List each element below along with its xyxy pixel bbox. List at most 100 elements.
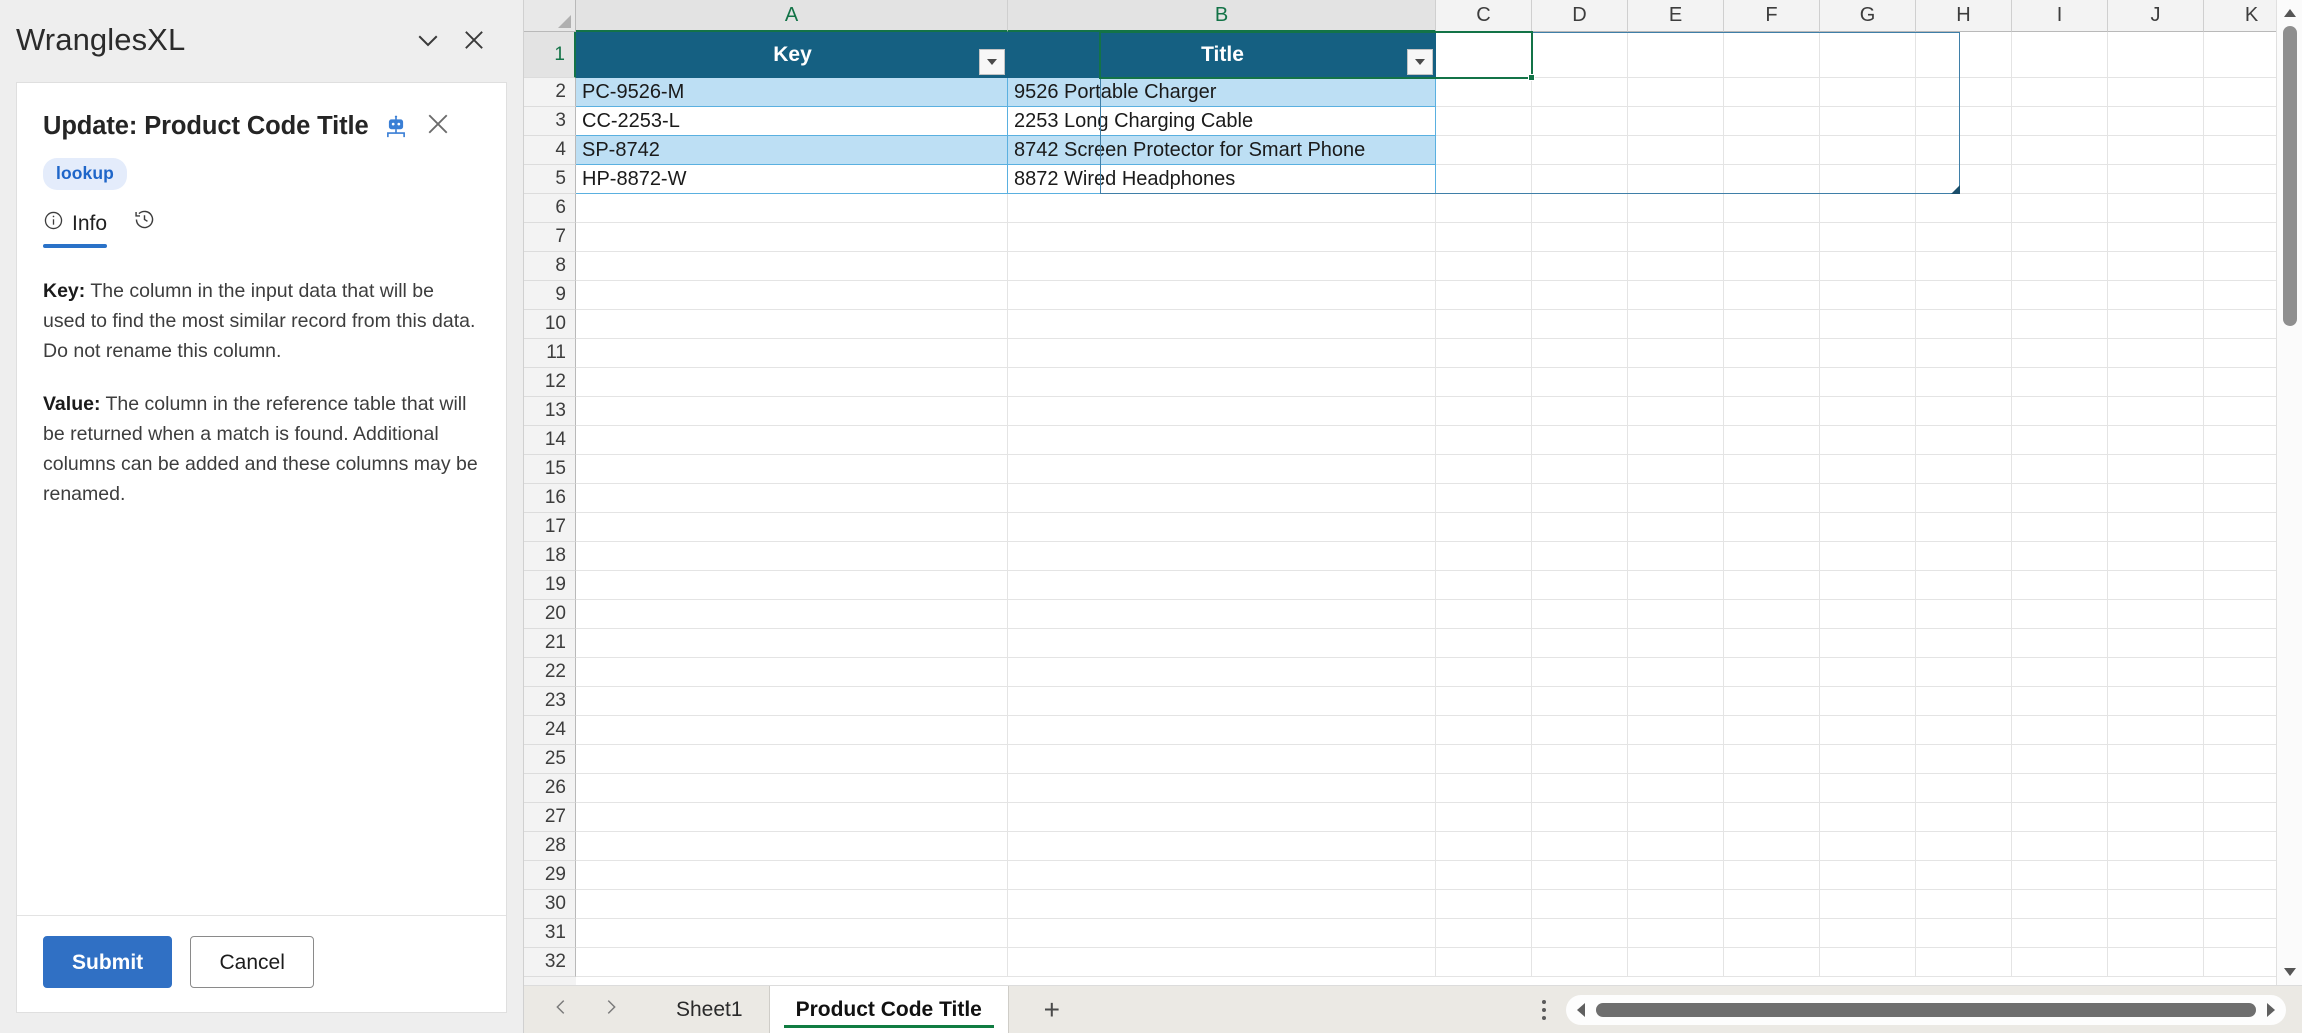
- cell-G5[interactable]: [1820, 165, 1916, 194]
- cell-D11[interactable]: [1532, 339, 1628, 368]
- cell-F18[interactable]: [1724, 542, 1820, 571]
- cell-A18[interactable]: [576, 542, 1008, 571]
- cell-D26[interactable]: [1532, 774, 1628, 803]
- column-header-a[interactable]: A: [576, 0, 1008, 32]
- cell-E32[interactable]: [1628, 948, 1724, 977]
- cell-A19[interactable]: [576, 571, 1008, 600]
- cell-C11[interactable]: [1436, 339, 1532, 368]
- cell-B9[interactable]: [1008, 281, 1436, 310]
- cell-E17[interactable]: [1628, 513, 1724, 542]
- cell-F2[interactable]: [1724, 78, 1820, 107]
- cell-B12[interactable]: [1008, 368, 1436, 397]
- select-all-corner[interactable]: [524, 0, 576, 32]
- cell-H14[interactable]: [1916, 426, 2012, 455]
- cell-H21[interactable]: [1916, 629, 2012, 658]
- cell-H27[interactable]: [1916, 803, 2012, 832]
- cell-A24[interactable]: [576, 716, 1008, 745]
- cell-E20[interactable]: [1628, 600, 1724, 629]
- column-header-d[interactable]: D: [1532, 0, 1628, 32]
- cell-H23[interactable]: [1916, 687, 2012, 716]
- cell-I21[interactable]: [2012, 629, 2108, 658]
- cell-F1[interactable]: [1724, 32, 1820, 78]
- cell-B15[interactable]: [1008, 455, 1436, 484]
- row-header-12[interactable]: 12: [524, 368, 576, 397]
- cell-E23[interactable]: [1628, 687, 1724, 716]
- cell-J14[interactable]: [2108, 426, 2204, 455]
- column-header-f[interactable]: F: [1724, 0, 1820, 32]
- cancel-button[interactable]: Cancel: [190, 936, 315, 988]
- table-header-cell-key[interactable]: Key: [576, 32, 1008, 78]
- cell-G8[interactable]: [1820, 252, 1916, 281]
- cell-I4[interactable]: [2012, 136, 2108, 165]
- cell-A16[interactable]: [576, 484, 1008, 513]
- row-header-26[interactable]: 26: [524, 774, 576, 803]
- cell-I2[interactable]: [2012, 78, 2108, 107]
- fill-handle[interactable]: [1528, 74, 1535, 81]
- cell-J21[interactable]: [2108, 629, 2204, 658]
- close-window-button[interactable]: [451, 17, 497, 63]
- cell-E1[interactable]: [1628, 32, 1724, 78]
- cell-J16[interactable]: [2108, 484, 2204, 513]
- cell-B4[interactable]: 8742 Screen Protector for Smart Phone: [1008, 136, 1436, 165]
- cell-H5[interactable]: [1916, 165, 2012, 194]
- cell-C8[interactable]: [1436, 252, 1532, 281]
- row-header-6[interactable]: 6: [524, 194, 576, 223]
- cell-C28[interactable]: [1436, 832, 1532, 861]
- cell-E31[interactable]: [1628, 919, 1724, 948]
- cell-H19[interactable]: [1916, 571, 2012, 600]
- cell-A28[interactable]: [576, 832, 1008, 861]
- cell-E9[interactable]: [1628, 281, 1724, 310]
- add-sheet-button[interactable]: +: [1009, 994, 1095, 1026]
- cell-D25[interactable]: [1532, 745, 1628, 774]
- cell-J29[interactable]: [2108, 861, 2204, 890]
- row-header-32[interactable]: 32: [524, 948, 576, 977]
- cell-B28[interactable]: [1008, 832, 1436, 861]
- cell-I7[interactable]: [2012, 223, 2108, 252]
- cell-G16[interactable]: [1820, 484, 1916, 513]
- cell-F22[interactable]: [1724, 658, 1820, 687]
- cell-G30[interactable]: [1820, 890, 1916, 919]
- vertical-scrollbar[interactable]: [2276, 0, 2302, 985]
- cell-D14[interactable]: [1532, 426, 1628, 455]
- cell-D8[interactable]: [1532, 252, 1628, 281]
- cell-E22[interactable]: [1628, 658, 1724, 687]
- cell-C3[interactable]: [1436, 107, 1532, 136]
- cell-G3[interactable]: [1820, 107, 1916, 136]
- cell-H6[interactable]: [1916, 194, 2012, 223]
- cell-C24[interactable]: [1436, 716, 1532, 745]
- cell-F28[interactable]: [1724, 832, 1820, 861]
- cell-D24[interactable]: [1532, 716, 1628, 745]
- cell-B25[interactable]: [1008, 745, 1436, 774]
- cell-A25[interactable]: [576, 745, 1008, 774]
- table-resize-handle[interactable]: [1951, 185, 1960, 194]
- cell-J26[interactable]: [2108, 774, 2204, 803]
- cell-H31[interactable]: [1916, 919, 2012, 948]
- cell-C27[interactable]: [1436, 803, 1532, 832]
- cell-C21[interactable]: [1436, 629, 1532, 658]
- cell-F23[interactable]: [1724, 687, 1820, 716]
- row-header-24[interactable]: 24: [524, 716, 576, 745]
- tab-history[interactable]: [133, 208, 164, 248]
- cell-F11[interactable]: [1724, 339, 1820, 368]
- row-header-1[interactable]: 1: [524, 32, 576, 78]
- cell-B29[interactable]: [1008, 861, 1436, 890]
- cell-E29[interactable]: [1628, 861, 1724, 890]
- row-header-2[interactable]: 2: [524, 78, 576, 107]
- cell-D30[interactable]: [1532, 890, 1628, 919]
- cell-C2[interactable]: [1436, 78, 1532, 107]
- cell-F7[interactable]: [1724, 223, 1820, 252]
- cell-C20[interactable]: [1436, 600, 1532, 629]
- cell-J20[interactable]: [2108, 600, 2204, 629]
- cell-I29[interactable]: [2012, 861, 2108, 890]
- cell-H22[interactable]: [1916, 658, 2012, 687]
- cell-H26[interactable]: [1916, 774, 2012, 803]
- cell-B3[interactable]: 2253 Long Charging Cable: [1008, 107, 1436, 136]
- cell-B31[interactable]: [1008, 919, 1436, 948]
- cell-G18[interactable]: [1820, 542, 1916, 571]
- row-header-8[interactable]: 8: [524, 252, 576, 281]
- cell-E24[interactable]: [1628, 716, 1724, 745]
- cell-H28[interactable]: [1916, 832, 2012, 861]
- cell-G7[interactable]: [1820, 223, 1916, 252]
- cell-E27[interactable]: [1628, 803, 1724, 832]
- cell-J32[interactable]: [2108, 948, 2204, 977]
